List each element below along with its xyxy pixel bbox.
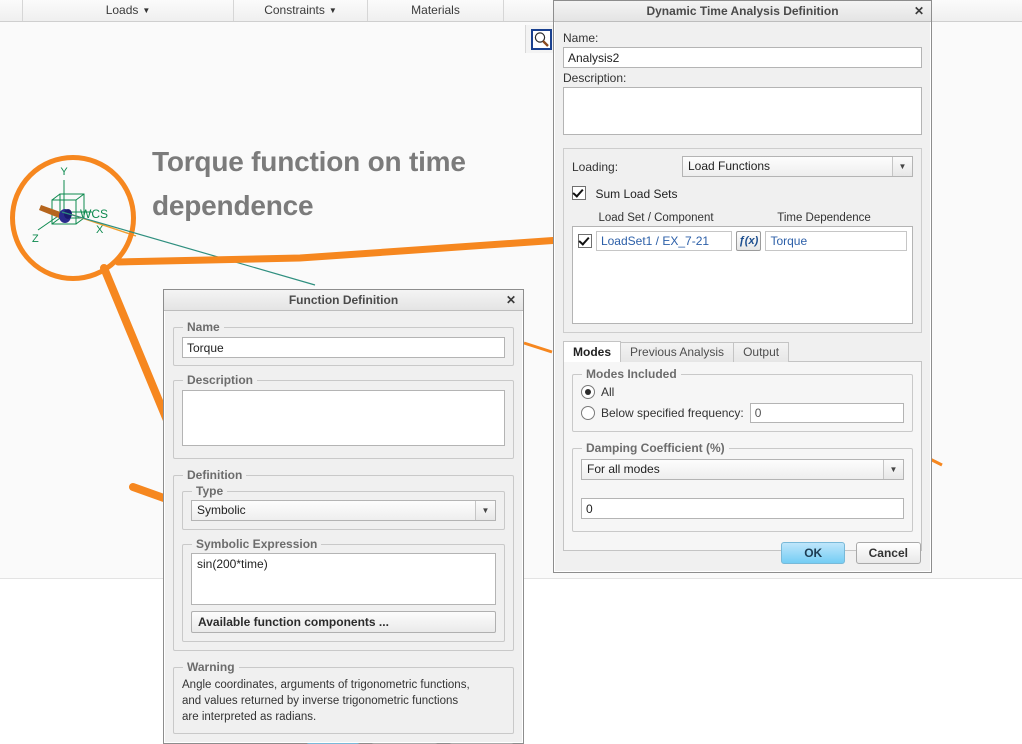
dialog-body: Name Description Definition Type Symboli… [164, 311, 523, 744]
modes-below-label: Below specified frequency: [601, 406, 744, 420]
symbolic-expression-group: Symbolic Expression sin(200*time) Availa… [182, 537, 505, 642]
type-group-title: Type [192, 484, 228, 498]
name-group-title: Name [183, 320, 224, 334]
tab-panel-modes: Modes Included All Below specified frequ… [563, 361, 922, 551]
damping-value-input[interactable] [581, 498, 904, 519]
modes-included-group: Modes Included All Below specified frequ… [572, 367, 913, 432]
loading-type-select[interactable]: Load Functions ▼ [682, 156, 913, 177]
tab-strip: Modes Previous Analysis Output [563, 341, 922, 362]
damping-mode-select[interactable]: For all modes ▼ [581, 459, 904, 480]
highlight-circle [10, 155, 136, 281]
ribbon-item-constraints[interactable]: Constraints ▼ [234, 0, 368, 21]
chevron-down-icon: ▼ [892, 157, 912, 176]
definition-group: Definition Type Symbolic ▼ Symbolic Expr… [173, 468, 514, 651]
definition-group-title: Definition [183, 468, 247, 482]
modes-all-radio[interactable] [581, 385, 595, 399]
function-editor-button[interactable]: ƒ(x) [735, 231, 762, 251]
description-group: Description [173, 373, 514, 459]
app-root: Loads ▼ Constraints ▼ Materials Torque fun… [0, 0, 1022, 744]
type-group: Type Symbolic ▼ [182, 484, 505, 530]
below-frequency-input[interactable] [749, 403, 904, 423]
description-group-title: Description [183, 373, 258, 387]
symbolic-group-title: Symbolic Expression [192, 537, 322, 551]
dialog-title-text: Dynamic Time Analysis Definition [646, 4, 839, 18]
loading-panel: Loading: Load Functions ▼ Sum Load Sets … [563, 148, 922, 333]
zoom-tool-button[interactable] [531, 29, 552, 50]
loading-row: Loading: Load Functions ▼ [572, 156, 913, 177]
close-icon[interactable]: ✕ [506, 290, 516, 310]
name-label: Name: [563, 31, 599, 45]
dialog-body: Name: Description: Loading: Load Functio… [554, 22, 931, 564]
dialog-title-text: Function Definition [288, 293, 399, 307]
warning-line-3: are interpreted as radians. [182, 711, 317, 723]
ribbon-item-materials[interactable]: Materials [368, 0, 504, 21]
function-type-value: Symbolic [197, 503, 246, 517]
warning-line-2: and values returned by inverse trigonome… [182, 695, 459, 707]
chevron-down-icon: ▼ [475, 501, 495, 520]
dynamic-time-analysis-dialog: Dynamic Time Analysis Definition ✕ Name:… [553, 0, 932, 573]
dialog-titlebar: Function Definition ✕ [164, 290, 523, 311]
time-dependence-field[interactable]: Torque [765, 231, 907, 251]
function-type-select[interactable]: Symbolic ▼ [191, 500, 496, 521]
analysis-description-input[interactable] [563, 87, 922, 135]
load-set-name-field[interactable]: LoadSet1 / EX_7-21 [595, 231, 732, 251]
close-icon[interactable]: ✕ [914, 1, 924, 21]
ok-button[interactable]: OK [781, 542, 846, 564]
chevron-down-icon: ▼ [883, 460, 903, 479]
ribbon-item-constraints-label: Constraints [264, 3, 325, 17]
table-row[interactable]: LoadSet1 / EX_7-21 ƒ(x) Torque [578, 231, 907, 251]
load-table-headers: Load Set / Component Time Dependence [572, 212, 913, 224]
function-definition-dialog: Function Definition ✕ Name Description D… [163, 289, 524, 744]
modes-all-row[interactable]: All [581, 385, 904, 399]
load-row-checkbox[interactable] [578, 234, 592, 248]
available-function-components-button[interactable]: Available function components ... [191, 611, 496, 633]
chevron-down-icon: ▼ [328, 6, 337, 16]
load-set-list[interactable]: LoadSet1 / EX_7-21 ƒ(x) Torque [572, 226, 913, 324]
function-name-input[interactable] [182, 337, 505, 358]
warning-line-1: Angle coordinates, arguments of trigonom… [182, 679, 470, 691]
magnifier-icon [534, 32, 549, 47]
warning-text: Angle coordinates, arguments of trigonom… [182, 677, 505, 725]
page-title: Torque function on time dependence [152, 146, 466, 221]
sum-load-sets-row[interactable]: Sum Load Sets [572, 185, 913, 203]
damping-mode-value: For all modes [587, 462, 660, 476]
loading-type-value: Load Functions [688, 159, 771, 173]
column-header-time-dependence: Time Dependence [777, 212, 871, 224]
symbolic-expression-input[interactable]: sin(200*time) [191, 553, 496, 605]
sum-load-sets-checkbox[interactable] [572, 186, 586, 200]
coordinate-system-group: Y X Z WCS [8, 150, 138, 281]
chevron-down-icon: ▼ [142, 6, 151, 16]
modes-below-radio[interactable] [581, 406, 595, 420]
cancel-button[interactable]: Cancel [855, 542, 921, 564]
tab-modes[interactable]: Modes [563, 341, 622, 362]
loading-label: Loading: [572, 159, 619, 174]
modes-all-label: All [601, 385, 615, 399]
tab-previous-analysis[interactable]: Previous Analysis [620, 342, 735, 362]
warning-group-title: Warning [183, 660, 239, 674]
ribbon-item-materials-label: Materials [411, 3, 460, 17]
description-label: Description: [563, 71, 627, 85]
dialog-footer: OK Cancel [781, 542, 921, 564]
name-group: Name [173, 320, 514, 366]
function-description-input[interactable] [182, 390, 505, 446]
analysis-name-input[interactable] [563, 47, 922, 68]
damping-coefficient-group: Damping Coefficient (%) For all modes ▼ [572, 441, 913, 532]
column-header-load-set: Load Set / Component [598, 212, 714, 224]
damping-title: Damping Coefficient (%) [582, 441, 729, 455]
ribbon-item-empty [504, 0, 560, 21]
tab-output[interactable]: Output [733, 342, 790, 362]
warning-group: Warning Angle coordinates, arguments of … [173, 660, 514, 734]
modes-included-title: Modes Included [582, 367, 681, 381]
ribbon-item-loads-label: Loads [105, 3, 139, 17]
dialog-titlebar: Dynamic Time Analysis Definition ✕ [554, 1, 931, 22]
sum-load-sets-label: Sum Load Sets [595, 187, 678, 201]
ribbon-item-loads[interactable]: Loads ▼ [22, 0, 234, 21]
modes-below-row[interactable]: Below specified frequency: [581, 403, 904, 423]
